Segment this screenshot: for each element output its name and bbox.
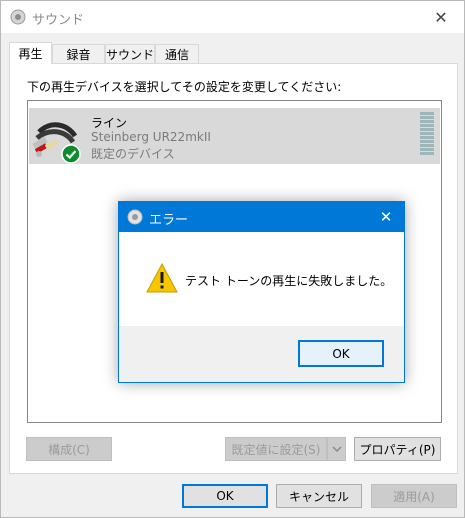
properties-button[interactable]: プロパティ(P) — [354, 437, 441, 461]
warning-icon — [146, 262, 178, 293]
device-status: 既定のデバイス — [91, 147, 175, 161]
title-bar[interactable]: サウンド ✕ — [1, 1, 464, 33]
tab-recording[interactable]: 録音 — [52, 44, 105, 63]
device-model: Steinberg UR22mkII — [91, 130, 211, 144]
speaker-icon — [127, 209, 143, 225]
set-default-dropdown[interactable] — [327, 437, 346, 461]
configure-button[interactable]: 構成(C) — [26, 437, 112, 461]
error-dialog-close-button[interactable]: ✕ — [368, 202, 404, 232]
set-default-button[interactable]: 既定値に設定(S) — [225, 437, 327, 461]
error-dialog-title: エラー — [149, 213, 189, 228]
error-message: テスト トーンの再生に失敗しました。 — [185, 274, 393, 288]
default-check-icon — [61, 144, 81, 164]
instruction-text: 下の再生デバイスを選択してその設定を変更してください: — [27, 80, 342, 94]
device-row-line[interactable]: ライン Steinberg UR22mkII 既定のデバイス — [29, 108, 440, 164]
ok-button[interactable]: OK — [182, 484, 268, 508]
tab-sounds[interactable]: サウンド — [105, 44, 155, 63]
device-name: ライン — [91, 116, 128, 130]
window-title: サウンド — [32, 13, 85, 28]
tab-playback[interactable]: 再生 — [9, 42, 52, 64]
cancel-button[interactable]: キャンセル — [276, 484, 362, 508]
sound-window: サウンド ✕ 再生 録音 サウンド 通信 下の再生デバイスを選択してその設定を変… — [0, 0, 465, 518]
error-ok-button[interactable]: OK — [298, 340, 384, 367]
volume-meter — [420, 112, 434, 158]
error-dialog-title-bar[interactable]: エラー ✕ — [119, 202, 404, 232]
window-close-button[interactable]: ✕ — [418, 1, 464, 33]
tab-communications[interactable]: 通信 — [155, 44, 199, 63]
chevron-down-icon — [331, 446, 342, 452]
speaker-icon — [10, 9, 26, 25]
error-dialog: エラー ✕ テスト トーンの再生に失敗しました。 OK — [118, 201, 405, 383]
apply-button[interactable]: 適用(A) — [371, 484, 457, 508]
